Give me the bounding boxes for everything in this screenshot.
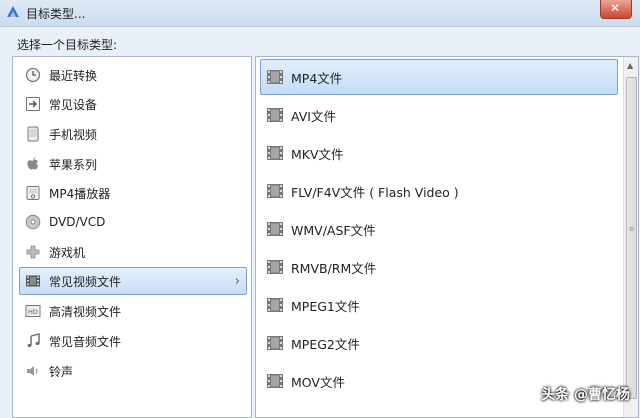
scroll-thumb[interactable]: ≡ [626, 77, 637, 399]
category-label: 高清视频文件 [49, 304, 122, 319]
app-icon [7, 6, 19, 17]
format-item-flv[interactable]: FLV/F4V文件 ( Flash Video ) [260, 173, 618, 209]
format-label: MPEG2文件 [291, 336, 360, 352]
film-icon [267, 108, 283, 122]
category-label: 苹果系列 [49, 157, 98, 172]
category-item-common-audio[interactable]: 常见音频文件 [19, 327, 247, 355]
title-bar: 目标类型... ✕ [0, 0, 640, 27]
scroll-up-icon[interactable]: ▲ [627, 61, 633, 70]
category-label: MP4播放器 [49, 186, 111, 201]
category-item-common-video[interactable]: 常见视频文件 › [19, 267, 247, 295]
watermark: 头条 @曹忆杨 [541, 387, 630, 403]
film-icon [267, 70, 283, 84]
category-item-game-console[interactable]: 游戏机 [19, 238, 247, 266]
ringtone-icon [25, 363, 41, 379]
film-icon [267, 298, 283, 312]
format-item-wmv[interactable]: WMV/ASF文件 [260, 211, 618, 247]
format-item-mp4[interactable]: MP4文件 [260, 59, 618, 95]
phone-icon [25, 126, 41, 142]
arrow-right-box-icon [25, 96, 41, 112]
gamepad-icon [25, 244, 41, 260]
format-item-avi[interactable]: AVI文件 [260, 97, 618, 133]
format-label: MP4文件 [291, 70, 343, 86]
film-icon [267, 374, 283, 388]
format-item-mpeg1[interactable]: MPEG1文件 [260, 287, 618, 323]
format-list: MP4文件 AVI文件 MKV文件 FLV/F4V文件 ( Flash Vide… [255, 56, 639, 418]
film-icon [267, 260, 283, 274]
window-title: 目标类型... [26, 7, 86, 21]
grip-icon: ≡ [628, 225, 635, 233]
format-label: WMV/ASF文件 [291, 222, 376, 238]
category-item-recent[interactable]: 最近转换 [19, 61, 247, 89]
music-note-icon [25, 333, 41, 349]
category-item-mp4-player[interactable]: MP4播放器 [19, 179, 247, 207]
vertical-scrollbar[interactable]: ▲ ≡ [623, 57, 638, 417]
category-item-hd-video[interactable]: HD 高清视频文件 [19, 297, 247, 325]
svg-text:HD: HD [28, 308, 38, 316]
format-label: AVI文件 [291, 108, 336, 124]
category-label: 游戏机 [49, 245, 86, 260]
hd-icon: HD [25, 303, 41, 319]
category-item-apple[interactable]: 苹果系列 [19, 150, 247, 178]
category-item-ringtone[interactable]: 铃声 [19, 357, 247, 385]
mp4-player-icon [25, 185, 41, 201]
apple-icon [25, 156, 41, 172]
category-label: 常见音频文件 [49, 334, 122, 349]
category-item-dvd-vcd[interactable]: DVD/VCD [19, 208, 247, 236]
close-button[interactable]: ✕ [600, 0, 632, 19]
category-label: 常见设备 [49, 97, 98, 112]
category-list: 最近转换 常见设备 手机视频 苹果系列 MP4播放器 DVD/VCD 游戏机 常… [12, 56, 252, 418]
format-label: FLV/F4V文件 ( Flash Video ) [291, 184, 459, 200]
film-icon [267, 222, 283, 236]
format-label: MPEG1文件 [291, 298, 360, 314]
clock-icon [25, 67, 41, 83]
chevron-right-icon: › [234, 274, 240, 289]
category-item-common-devices[interactable]: 常见设备 [19, 90, 247, 118]
film-icon [267, 184, 283, 198]
category-label: 铃声 [49, 364, 74, 379]
category-label: DVD/VCD [49, 215, 106, 229]
category-label: 常见视频文件 [49, 274, 122, 289]
format-label: MKV文件 [291, 146, 344, 162]
format-item-mpeg2[interactable]: MPEG2文件 [260, 325, 618, 361]
film-icon [267, 146, 283, 160]
format-label: MOV文件 [291, 374, 345, 390]
prompt-label: 选择一个目标类型: [17, 38, 118, 52]
disc-icon [25, 214, 41, 230]
category-label: 手机视频 [49, 127, 98, 142]
film-icon [267, 336, 283, 350]
category-item-mobile-video[interactable]: 手机视频 [19, 120, 247, 148]
category-label: 最近转换 [49, 68, 98, 83]
film-icon [25, 273, 41, 289]
format-item-rmvb[interactable]: RMVB/RM文件 [260, 249, 618, 285]
format-item-mkv[interactable]: MKV文件 [260, 135, 618, 171]
close-icon: ✕ [610, 1, 621, 15]
format-label: RMVB/RM文件 [291, 260, 377, 276]
